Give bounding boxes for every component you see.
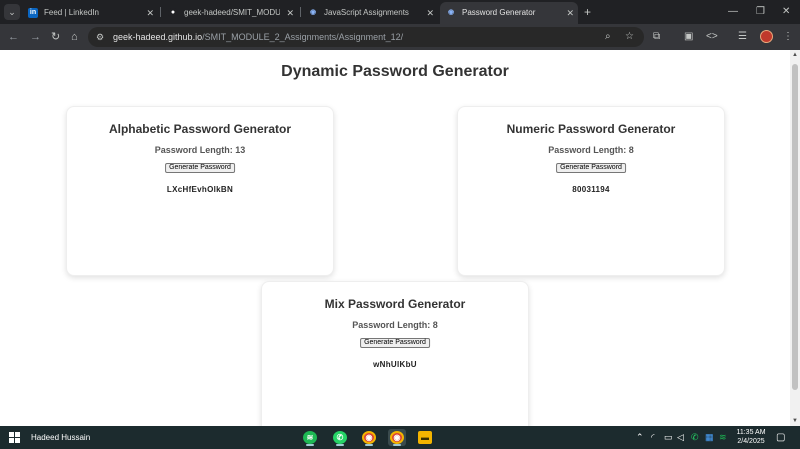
chrome-icon: ◉ [390, 431, 404, 444]
clock-date: 2/4/2025 [737, 438, 765, 445]
close-tab-icon[interactable]: ✕ [566, 2, 574, 24]
generated-password: LXcHfEvhOlkBN [166, 185, 234, 194]
profile-avatar[interactable] [760, 30, 773, 43]
restore-icon[interactable]: ❐ [756, 4, 765, 20]
tab-strip: ⌄ in Feed | LinkedIn ✕ ● geek-hadeed/SMI… [0, 0, 800, 24]
close-tab-icon[interactable]: ✕ [426, 2, 434, 24]
menu-icon[interactable]: ⋮ [783, 29, 793, 45]
windows-start-icon[interactable] [9, 432, 20, 443]
devtools-icon[interactable]: <> [706, 29, 718, 45]
whatsapp-app[interactable]: ✆ [331, 429, 349, 446]
tab-password-generator[interactable]: ◉ Password Generator ✕ [440, 2, 578, 24]
tab-title: geek-hadeed/SMIT_MODULE_2_ [184, 8, 280, 17]
chrome-app-active[interactable]: ◉ [388, 429, 406, 446]
length-value: 13 [235, 145, 246, 155]
new-tab-button[interactable]: + [584, 4, 591, 20]
taskbar-user-name[interactable]: Hadeed Hussain [31, 426, 90, 449]
numeric-generator-card: Numeric Password Generator Password Leng… [457, 106, 725, 276]
whatsapp-tray-icon[interactable]: ✆ [691, 431, 699, 444]
zoom-icon[interactable]: ⌕ [605, 29, 611, 45]
spotify-icon: ≋ [303, 431, 317, 444]
url-host: geek-hadeed.github.io [113, 32, 203, 42]
running-indicator [393, 444, 401, 446]
store-tray-icon[interactable]: ▦ [705, 431, 714, 444]
bookmark-star-icon[interactable]: ☆ [625, 29, 634, 45]
card-title: Alphabetic Password Generator [108, 122, 292, 136]
notifications-icon[interactable]: ▢ [776, 431, 785, 444]
back-icon[interactable]: ← [8, 29, 19, 45]
forward-icon[interactable]: → [30, 29, 41, 45]
reading-list-icon[interactable]: ☰ [738, 29, 747, 45]
github-icon: ● [168, 8, 178, 18]
tab-javascript-assignments[interactable]: ◉ JavaScript Assignments ✕ [302, 2, 438, 24]
scroll-up-arrow-icon[interactable]: ▲ [791, 52, 799, 58]
address-bar[interactable]: ⚙ geek-hadeed.github.io/SMIT_MODULE_2_As… [88, 27, 644, 47]
browser-toolbar: ← → ↻ ⌂ ⚙ geek-hadeed.github.io/SMIT_MOD… [0, 24, 800, 50]
taskbar-clock[interactable]: 11:35 AM 2/4/2025 [733, 428, 769, 446]
clock-time: 11:35 AM [736, 429, 766, 436]
length-value: 8 [432, 320, 438, 330]
generate-alphabetic-button[interactable]: Generate Password [165, 163, 235, 173]
globe-icon: ◉ [309, 9, 317, 16]
chrome-app[interactable]: ◉ [360, 429, 378, 446]
length-label: Password Length: [548, 145, 629, 155]
globe-icon: ◉ [447, 9, 455, 16]
home-icon[interactable]: ⌂ [71, 29, 78, 45]
generate-numeric-button[interactable]: Generate Password [556, 163, 626, 173]
page-viewport: Dynamic Password Generator Alphabetic Pa… [0, 50, 800, 426]
battery-icon[interactable]: ▭ [664, 431, 673, 444]
tab-title: JavaScript Assignments [324, 8, 409, 17]
close-tab-icon[interactable]: ✕ [146, 2, 154, 24]
page-title: Dynamic Password Generator [281, 63, 509, 80]
screenshot-icon[interactable]: ▣ [684, 29, 693, 45]
generated-password: wNhUlKbU [373, 360, 417, 369]
password-length: Password Length: 8 [262, 320, 528, 330]
linkedin-icon: in [28, 8, 38, 18]
show-hidden-icons-icon[interactable]: ⌃ [636, 431, 644, 444]
length-value: 8 [628, 145, 634, 155]
generated-password: 80031194 [572, 185, 610, 194]
spotify-app[interactable]: ≋ [301, 429, 319, 446]
generate-mix-button[interactable]: Generate Password [360, 338, 430, 348]
folder-icon: ▬ [418, 431, 432, 444]
password-length: Password Length: 8 [458, 145, 724, 155]
file-explorer-app[interactable]: ▬ [416, 429, 434, 446]
scroll-down-arrow-icon[interactable]: ▼ [791, 418, 799, 424]
url-path: /SMIT_MODULE_2_Assignments/Assignment_12… [202, 32, 404, 42]
close-window-icon[interactable]: ✕ [782, 4, 790, 20]
alphabetic-generator-card: Alphabetic Password Generator Password L… [66, 106, 334, 276]
mix-generator-card: Mix Password Generator Password Length: … [261, 281, 529, 426]
card-title: Mix Password Generator [324, 297, 466, 311]
scroll-thumb[interactable] [792, 64, 798, 390]
running-indicator [365, 444, 373, 446]
tab-linkedin[interactable]: in Feed | LinkedIn ✕ [22, 2, 158, 24]
minimize-icon[interactable]: — [728, 4, 738, 20]
volume-icon[interactable]: ◁ [677, 431, 684, 444]
password-length: Password Length: 13 [67, 145, 333, 155]
close-tab-icon[interactable]: ✕ [286, 2, 294, 24]
tab-title: Feed | LinkedIn [44, 8, 100, 17]
tab-divider [160, 7, 161, 17]
tab-title: Password Generator [462, 8, 536, 17]
site-settings-icon[interactable]: ⚙ [96, 29, 104, 45]
page-scrollbar[interactable]: ▲ ▼ [790, 50, 800, 426]
tab-github[interactable]: ● geek-hadeed/SMIT_MODULE_2_ ✕ [162, 2, 298, 24]
card-title: Numeric Password Generator [506, 122, 676, 136]
length-label: Password Length: [352, 320, 433, 330]
running-indicator [336, 444, 344, 446]
extensions-icon[interactable]: ⧉ [653, 29, 660, 45]
spotify-tray-icon[interactable]: ≋ [719, 431, 727, 444]
running-indicator [306, 444, 314, 446]
tab-search-button[interactable]: ⌄ [4, 4, 20, 20]
windows-taskbar: Hadeed Hussain ≋ ✆ ◉ ◉ ▬ ⌃ ◜ ▭ ◁ ✆ ▦ ≋ 1… [0, 426, 800, 449]
reload-icon[interactable]: ↻ [51, 29, 60, 45]
chrome-icon: ◉ [362, 431, 376, 444]
tab-divider [300, 7, 301, 17]
url-text[interactable]: geek-hadeed.github.io/SMIT_MODULE_2_Assi… [113, 27, 403, 47]
whatsapp-icon: ✆ [333, 431, 347, 444]
wifi-icon[interactable]: ◜ [651, 431, 655, 444]
length-label: Password Length: [154, 145, 236, 155]
